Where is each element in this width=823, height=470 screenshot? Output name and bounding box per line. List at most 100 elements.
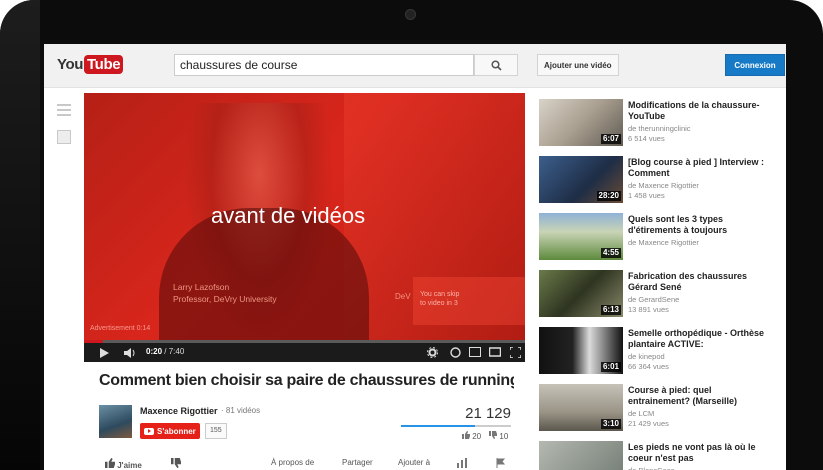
youtube-play-icon [144, 427, 154, 435]
related-video-title[interactable]: [Blog course à pied ] Interview : Commen… [628, 157, 776, 179]
related-video-title[interactable]: Les pieds ne vont pas là où le coeur n'e… [628, 442, 776, 464]
related-video-item[interactable]: 6:07 Modifications de la chaussure-YouTub… [539, 99, 779, 147]
related-video-views: 1 458 vues [628, 191, 665, 200]
tab-add-to[interactable]: Ajouter à [398, 458, 430, 467]
subscriber-count: 155 [205, 423, 227, 439]
video-thumbnail[interactable]: 6:13 [539, 270, 623, 317]
theater-mode-icon[interactable] [489, 347, 501, 357]
lower-third: Larry Lazofson Professor, DeVry Universi… [173, 281, 277, 305]
channel-name[interactable]: Maxence Rigottier [140, 406, 218, 416]
related-video-channel: de BlancCaca [628, 466, 675, 470]
youtube-logo[interactable]: You Tube [57, 55, 124, 74]
video-duration: 6:13 [600, 305, 621, 315]
masthead: You Tube chaussures de course Ajouter un… [44, 44, 786, 88]
dislike-count: 10 [499, 432, 509, 441]
presenter-title: Professor, DeVry University [173, 294, 277, 304]
related-video-title[interactable]: Semelle orthopédique - Orthèse plantaire… [628, 328, 776, 350]
play-icon[interactable] [100, 348, 109, 358]
video-title: Comment bien choisir sa paire de chaussu… [99, 372, 514, 389]
related-video-item[interactable]: 3:10 Course à pied: quel entrainement? (M… [539, 384, 779, 432]
related-video-views: 13 891 vues [628, 305, 669, 314]
upload-button[interactable]: Ajouter une vidéo [537, 54, 619, 76]
like-button[interactable]: J'aime [105, 458, 142, 470]
overlay-title: avant de vidéos [211, 203, 366, 228]
watch-later-icon[interactable] [469, 347, 481, 357]
related-video-title[interactable]: Quels sont les 3 types d'étirements à to… [628, 214, 776, 236]
video-frame[interactable]: avant de vidéos Larry Lazofson Professor… [84, 93, 525, 340]
related-video-channel: de GerardSene [628, 295, 680, 304]
search-input[interactable]: chaussures de course [174, 54, 474, 76]
thumbs-up-icon [105, 458, 115, 468]
view-count: 21 129 [465, 405, 511, 422]
video-duration: 28:20 [596, 191, 621, 201]
like-ratio-fill [401, 425, 475, 427]
like-dislike-counts: 20 10 [462, 431, 508, 441]
video-thumbnail[interactable]: 28:20 [539, 156, 623, 203]
flag-icon[interactable] [496, 458, 506, 468]
guide-menu-icon[interactable] [57, 104, 71, 118]
related-video-channel: de Maxence Rigottier [628, 181, 699, 190]
logo-tube-text: Tube [84, 55, 124, 74]
annotations-icon[interactable] [450, 347, 461, 358]
advertisement-label: Advertisement 0:14 [90, 325, 151, 332]
thumbs-down-icon [171, 458, 181, 468]
related-video-item[interactable]: 6:01 Semelle orthopédique - Orthèse plant… [539, 327, 779, 375]
channel-avatar[interactable] [99, 405, 132, 438]
youtube-page: You Tube chaussures de course Ajouter un… [44, 44, 786, 470]
player-controls: 0:20 / 7:40 [84, 343, 525, 362]
guide-subscriptions-icon[interactable] [57, 130, 71, 144]
related-video-item[interactable]: 28:20 [Blog course à pied ] Interview : C… [539, 156, 779, 204]
like-label: J'aime [117, 461, 142, 470]
logo-you-text: You [57, 56, 84, 73]
dislike-button[interactable] [171, 458, 181, 470]
tab-about[interactable]: À propos de [271, 458, 314, 467]
related-video-title[interactable]: Course à pied: quel entrainement? (Marse… [628, 385, 776, 407]
login-button[interactable]: Connexion [725, 54, 785, 76]
dislike-count-group[interactable]: 10 [489, 431, 508, 441]
related-video-item[interactable]: 6:13 Fabrication des chaussures Gérard Se… [539, 270, 779, 318]
subscribe-button[interactable]: S'abonner [140, 423, 200, 439]
video-thumbnail[interactable]: 4:55 [539, 213, 623, 260]
skip-ad-brand: DeV [395, 292, 411, 301]
thumbs-down-icon [489, 431, 498, 439]
video-duration: 3:10 [600, 419, 621, 429]
related-video-channel: de LCM [628, 409, 655, 418]
search-button[interactable] [474, 54, 518, 76]
related-video-title[interactable]: Fabrication des chaussures Gérard Sené [628, 271, 776, 293]
gear-icon[interactable] [427, 347, 438, 358]
related-video-item[interactable]: 4:55 Quels sont les 3 types d'étirements … [539, 213, 779, 261]
search-icon [490, 59, 502, 71]
video-thumbnail[interactable]: 3:10 [539, 384, 623, 431]
related-video-channel: de therunningclinic [628, 124, 691, 133]
stats-icon[interactable] [457, 458, 468, 468]
video-duration: 6:07 [600, 134, 621, 144]
tablet-camera [405, 9, 416, 20]
video-duration: 6:01 [600, 362, 621, 372]
channel-video-count[interactable]: · 81 vidéos [221, 406, 260, 415]
related-video-title[interactable]: Modifications de la chaussure-YouTube [628, 100, 776, 122]
related-video-channel: de kinepod [628, 352, 665, 361]
time-display: 0:20 / 7:40 [146, 347, 184, 356]
subscribe-label: S'abonner [157, 426, 196, 436]
skip-line-2: to video in 3 [420, 300, 458, 307]
tab-share[interactable]: Partager [342, 458, 373, 467]
video-thumbnail[interactable] [539, 441, 623, 470]
related-video-views: 66 364 vues [628, 362, 669, 371]
related-video-views: 6 514 vues [628, 134, 665, 143]
thumbs-up-icon [462, 431, 470, 439]
volume-icon[interactable] [124, 348, 136, 358]
like-count-group[interactable]: 20 [462, 431, 481, 441]
time-total: 7:40 [168, 347, 185, 356]
related-video-channel: de Maxence Rigottier [628, 238, 699, 247]
like-count: 20 [472, 432, 482, 441]
time-current: 0:20 [146, 347, 163, 356]
related-video-item[interactable]: Les pieds ne vont pas là où le coeur n'e… [539, 441, 779, 470]
video-thumbnail[interactable]: 6:01 [539, 327, 623, 374]
video-thumbnail[interactable]: 6:07 [539, 99, 623, 146]
action-bar: J'aime À propos de Partager Ajouter à [99, 457, 519, 470]
video-player[interactable]: avant de vidéos Larry Lazofson Professor… [84, 93, 525, 362]
tablet-bezel-edge [0, 0, 40, 470]
fullscreen-icon[interactable] [510, 347, 521, 358]
related-video-views: 21 429 vues [628, 419, 669, 428]
skip-ad-countdown: You can skip to video in 3 [420, 290, 459, 308]
